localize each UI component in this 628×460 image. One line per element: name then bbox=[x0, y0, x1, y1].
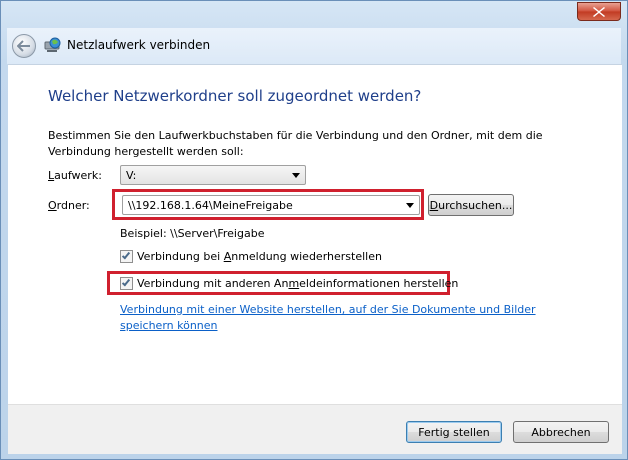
close-button[interactable] bbox=[577, 2, 621, 21]
website-link[interactable]: Verbindung mit einer Website herstellen,… bbox=[120, 302, 590, 334]
credentials-checkbox-row[interactable]: Verbindung mit anderen Anmeldeinformatio… bbox=[120, 277, 458, 290]
wizard-content: Welcher Netzwerkordner soll zugeordnet w… bbox=[8, 64, 622, 404]
reconnect-checkbox-row[interactable]: Verbindung bei Anmeldung wiederherstelle… bbox=[120, 250, 382, 263]
cancel-button[interactable]: Abbrechen bbox=[513, 421, 609, 443]
folder-path-input[interactable]: \\192.168.1.64\MeineFreigabe bbox=[122, 195, 420, 215]
checkmark-icon bbox=[121, 277, 131, 287]
close-icon bbox=[593, 6, 605, 17]
button-bar: Fertig stellen Abbrechen bbox=[8, 404, 622, 454]
credentials-label: Verbindung mit anderen Anmeldeinformatio… bbox=[137, 277, 459, 290]
dialog-window: Netzlaufwerk verbinden Welcher Netzwerko… bbox=[0, 0, 628, 460]
network-drive-icon bbox=[44, 37, 61, 52]
checkmark-icon bbox=[121, 250, 131, 260]
credentials-checkbox[interactable] bbox=[120, 277, 133, 290]
finish-button[interactable]: Fertig stellen bbox=[406, 421, 502, 443]
drive-letter-select[interactable]: V: bbox=[120, 165, 306, 185]
page-heading: Welcher Netzwerkordner soll zugeordnet w… bbox=[48, 87, 422, 105]
reconnect-checkbox[interactable] bbox=[120, 250, 133, 263]
browse-button[interactable]: Durchsuchen... bbox=[428, 194, 514, 216]
back-arrow-icon bbox=[17, 40, 30, 52]
back-button[interactable] bbox=[12, 34, 36, 58]
instruction-text: Bestimmen Sie den Laufwerkbuchstaben für… bbox=[48, 129, 543, 158]
example-text: Beispiel: \\Server\Freigabe bbox=[120, 227, 265, 240]
chevron-down-icon bbox=[292, 173, 300, 178]
folder-label: Ordner: bbox=[48, 199, 90, 212]
drive-label: Laufwerk: bbox=[48, 169, 102, 182]
chevron-down-icon bbox=[406, 203, 414, 208]
drive-letter-value: V: bbox=[126, 169, 137, 182]
folder-path-value: \\192.168.1.64\MeineFreigabe bbox=[128, 199, 293, 212]
window-title: Netzlaufwerk verbinden bbox=[67, 38, 211, 52]
reconnect-label: Verbindung bei Anmeldung wiederherstelle… bbox=[137, 250, 382, 263]
wizard-header: Netzlaufwerk verbinden bbox=[7, 28, 621, 64]
